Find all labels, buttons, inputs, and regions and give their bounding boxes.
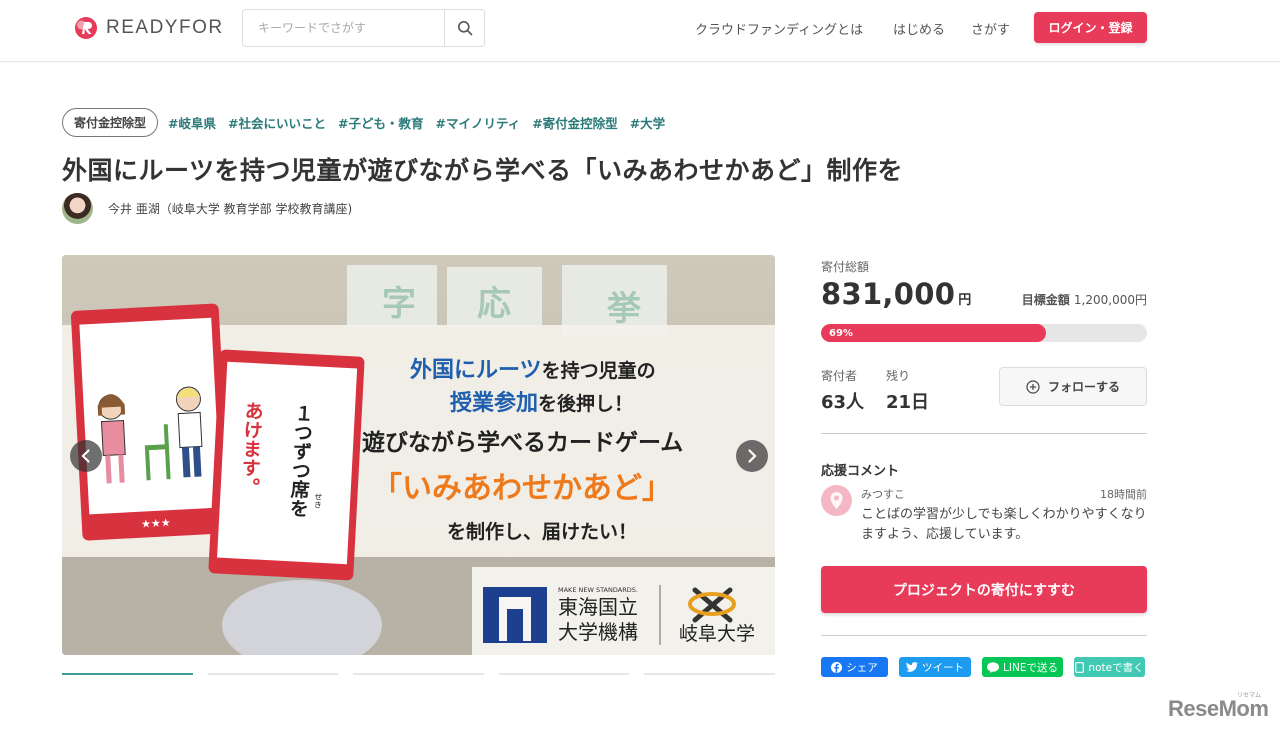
tag-university[interactable]: #大学	[630, 113, 665, 132]
tag-children-education[interactable]: #子ども・教育	[338, 113, 423, 132]
hero-line1-highlight: 外国にルーツ	[410, 357, 542, 383]
twitter-share-label: ツイート	[922, 661, 964, 674]
hero-line3: 遊びながら学べるカードゲーム	[362, 429, 683, 456]
goal-amount: 目標金額 1,200,000円	[1022, 291, 1147, 308]
follow-label: フォローする	[1047, 380, 1120, 394]
nav-start[interactable]: はじめる	[893, 19, 945, 38]
divider	[821, 635, 1147, 636]
nav-search[interactable]: さがす	[971, 19, 1010, 38]
hero-line2-rest: を後押し！	[538, 392, 633, 415]
facebook-icon	[831, 661, 843, 673]
bg-char-2: 応	[477, 284, 511, 324]
search-box	[242, 9, 485, 47]
project-title: 外国にルーツを持つ児童が遊びながら学べる「いみあわせかあど」制作を	[62, 156, 904, 185]
carousel-thumbnail[interactable]	[498, 673, 630, 679]
hero-line1-rest: を持つ児童の	[542, 359, 656, 382]
line-icon	[987, 661, 1000, 673]
note-share-button[interactable]: noteで書く	[1074, 657, 1145, 677]
search-input[interactable]	[243, 10, 444, 46]
carousel-thumbnail[interactable]	[207, 673, 339, 679]
total-amount: 831,000 円	[821, 277, 972, 311]
commenter-name: みつすこ	[861, 488, 905, 501]
twitter-icon	[906, 662, 918, 672]
facebook-share-label: シェア	[846, 661, 878, 674]
carousel-next-button[interactable]	[736, 440, 768, 472]
cheer-comments-heading: 応援コメント	[821, 464, 900, 479]
follow-button[interactable]: フォローする	[999, 367, 1147, 406]
donors-value: 63人	[821, 392, 865, 413]
carousel-thumbnail[interactable]	[62, 673, 193, 679]
author-avatar	[62, 193, 93, 224]
chevron-right-icon	[748, 449, 757, 463]
tag-donation-deduction[interactable]: #寄付金控除型	[532, 113, 617, 132]
note-share-label: noteで書く	[1088, 661, 1144, 674]
hero-line5: を制作し、届けたい！	[447, 520, 637, 543]
remaining-label: 残り	[886, 369, 911, 383]
total-amount-value: 831,000	[821, 277, 956, 311]
goal-value: 1,200,000円	[1073, 293, 1147, 307]
tag-social-good[interactable]: #社会にいいこと	[228, 113, 326, 132]
progress-bar: 69%	[821, 324, 1147, 342]
readyfor-logo-icon	[74, 16, 98, 40]
bg-char-3: 挙	[606, 289, 642, 329]
svg-text:外国にルーツを持つ児童の: 外国にルーツを持つ児童の	[410, 357, 656, 383]
svg-text:授業参加を後押し！: 授業参加を後押し！	[450, 390, 633, 416]
bg-char-1: 字	[382, 284, 416, 324]
watermark-text: ReseMom	[1168, 696, 1269, 721]
twitter-share-button[interactable]: ツイート	[899, 657, 971, 677]
author-name: 今井 亜湖（岐阜大学 教育学部 学校教育講座)	[108, 202, 353, 216]
line-share-label: LINEで送る	[1003, 661, 1058, 674]
divider	[821, 433, 1147, 434]
goal-label: 目標金額	[1021, 293, 1070, 307]
card-stars: ★★★	[141, 516, 171, 531]
gifu-name: 岐阜大学	[679, 623, 755, 645]
comment-time: 18時間前	[1100, 488, 1147, 501]
carousel-thumbnail[interactable]	[644, 673, 775, 679]
hero-line4: 「いみあわせかあど」	[372, 471, 672, 506]
line-share-button[interactable]: LINEで送る	[982, 657, 1063, 677]
remaining-stat: 残り 21日	[886, 367, 929, 414]
project-tags: 寄付金控除型 #岐阜県 #社会にいいこと #子ども・教育 #マイノリティ #寄付…	[62, 108, 665, 137]
tokai-line1: 東海国立	[558, 595, 638, 619]
donation-deduction-badge[interactable]: 寄付金控除型	[62, 108, 159, 137]
commenter-avatar	[821, 485, 852, 516]
tokai-tagline: MAKE NEW STANDARDS.	[558, 586, 638, 594]
note-icon	[1075, 661, 1085, 673]
tag-gifu[interactable]: #岐阜県	[168, 113, 216, 132]
tokai-logo: MAKE NEW STANDARDS. 東海国立 大学機構	[483, 586, 638, 644]
tag-minority[interactable]: #マイノリティ	[435, 113, 520, 132]
hero-image[interactable]: 字 応 挙 ★★★ １つずつ席を せき あけます。 外国にルーツを持つ児童の 授…	[62, 255, 775, 655]
search-button[interactable]	[444, 10, 484, 46]
plus-circle-icon	[1026, 379, 1040, 394]
login-register-button[interactable]: ログイン・登録	[1034, 12, 1147, 43]
hero-line2-highlight: 授業参加	[450, 390, 538, 416]
carousel-thumbnail[interactable]	[353, 673, 484, 679]
donors-stat: 寄付者 63人	[821, 367, 864, 414]
donors-label: 寄付者	[821, 369, 858, 383]
chevron-left-icon	[81, 449, 90, 463]
watermark-ruby: リセマム	[1237, 692, 1262, 699]
resemom-watermark: ReseMom	[1168, 696, 1269, 722]
proceed-to-donate-button[interactable]: プロジェクトの寄付にすすむ	[821, 566, 1147, 613]
carousel-thumbnails	[62, 673, 775, 679]
site-logo[interactable]: READYFOR	[74, 16, 224, 40]
project-author[interactable]: 今井 亜湖（岐阜大学 教育学部 学校教育講座)	[62, 193, 352, 224]
remaining-value: 21日	[886, 392, 930, 413]
tokai-line2: 大学機構	[558, 620, 638, 644]
yen-unit: 円	[958, 293, 972, 308]
facebook-share-button[interactable]: シェア	[821, 657, 888, 677]
total-label: 寄付総額	[821, 260, 870, 274]
nav-about-crowdfunding[interactable]: クラウドファンディングとは	[695, 19, 863, 38]
search-icon	[457, 21, 472, 36]
logo-text: READYFOR	[106, 17, 224, 38]
progress-fill: 69%	[821, 324, 1046, 342]
site-header: READYFOR クラウドファンディングとは はじめる さがす ログイン・登録	[0, 0, 1280, 62]
card-ruby: せき	[313, 492, 323, 508]
carousel-prev-button[interactable]	[70, 440, 102, 472]
comment-text: ことばの学習が少しでも楽しくわかりやすくなりますよう、応援しています。	[861, 507, 1147, 542]
